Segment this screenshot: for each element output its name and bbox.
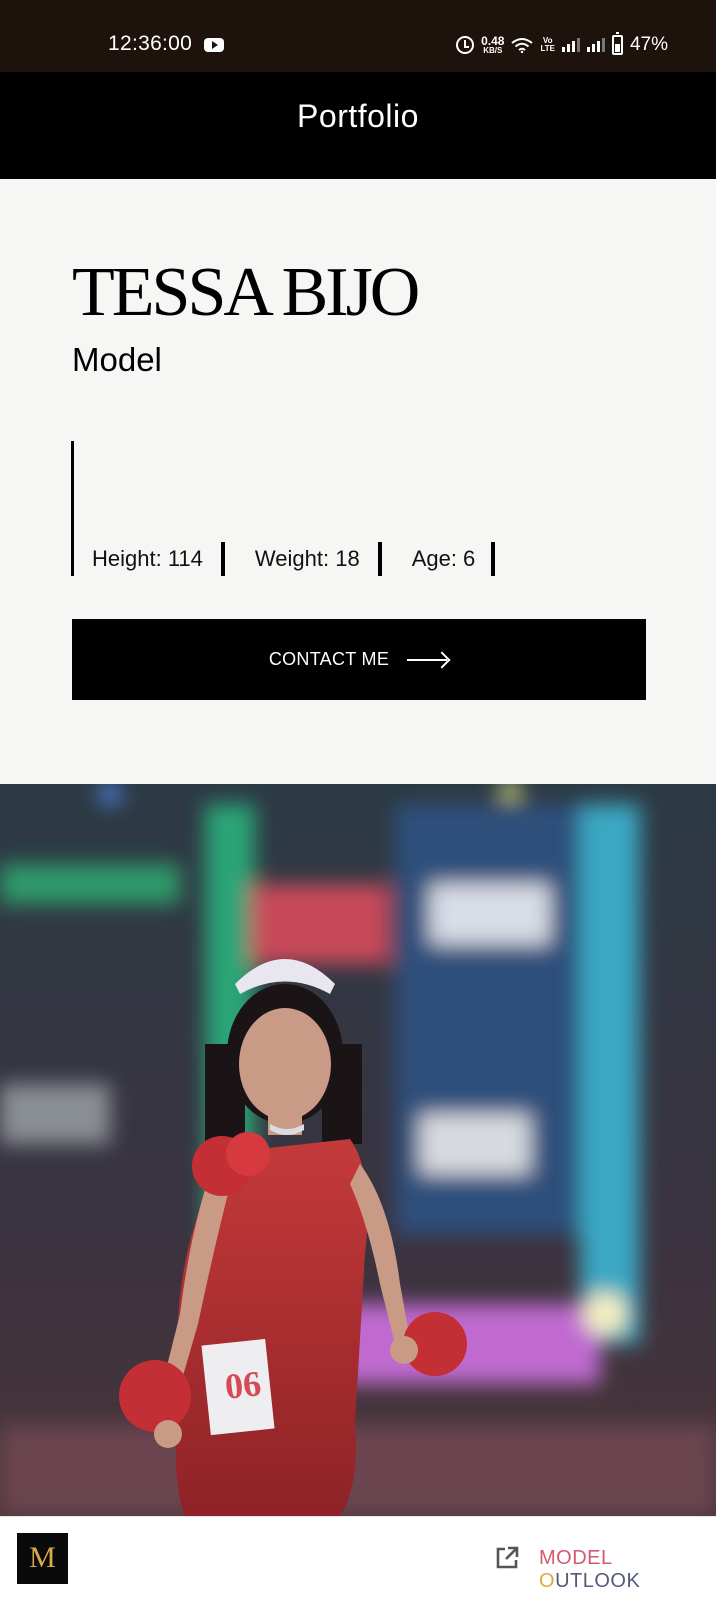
brand-name-link[interactable]: MODEL OUTLOOK <box>539 1547 716 1593</box>
brand-logo[interactable]: M <box>17 1533 68 1584</box>
status-icons: 0.48 KB/S Vo LTE 47% <box>456 30 668 60</box>
wifi-icon <box>511 38 534 53</box>
bottom-bar: M MODEL OUTLOOK <box>0 1516 716 1600</box>
signal-icon <box>586 38 605 52</box>
profile-name: TESSA BIJO <box>72 254 420 331</box>
volte-bottom: LTE <box>540 44 555 53</box>
signal-icon <box>561 38 580 52</box>
brand-logo-letter: M <box>29 1541 56 1574</box>
brand-word-outlook-rest: UTLOOK <box>555 1570 641 1592</box>
network-speed: 0.48 KB/S <box>481 35 504 55</box>
network-speed-unit: KB/S <box>483 46 503 55</box>
page-title: Portfolio <box>297 98 419 134</box>
arrow-right-icon <box>407 652 449 668</box>
stat-weight: Weight: 18 <box>225 542 382 576</box>
open-external-icon[interactable] <box>494 1545 520 1571</box>
alarm-icon <box>456 36 475 54</box>
stat-height: Height: 114 <box>74 542 225 576</box>
volte-indicator: Vo LTE <box>540 37 555 53</box>
stats-block: Height: 114 Weight: 18 Age: 6 <box>71 441 631 576</box>
stat-age: Age: 6 <box>382 542 496 576</box>
youtube-icon <box>204 38 224 52</box>
status-bar: 12:36:00 0.48 KB/S Vo LTE 47% <box>0 0 716 72</box>
contact-me-button[interactable]: CONTACT ME <box>72 619 646 700</box>
app-header: Portfolio <box>0 72 716 179</box>
contact-me-label: CONTACT ME <box>268 649 390 669</box>
model-photo: 06 <box>0 784 716 1516</box>
status-time: 12:36:00 <box>108 32 193 55</box>
stats-row: Height: 114 Weight: 18 Age: 6 <box>74 542 496 576</box>
profile-role: Model <box>72 341 162 378</box>
battery-percent: 47% <box>629 34 668 55</box>
model-photo-art <box>0 784 716 1516</box>
brand-word-model: MODEL <box>539 1547 612 1569</box>
model-bib-number: 06 <box>223 1363 263 1407</box>
brand-word-outlook-first: O <box>539 1570 556 1592</box>
battery-icon <box>611 32 623 55</box>
